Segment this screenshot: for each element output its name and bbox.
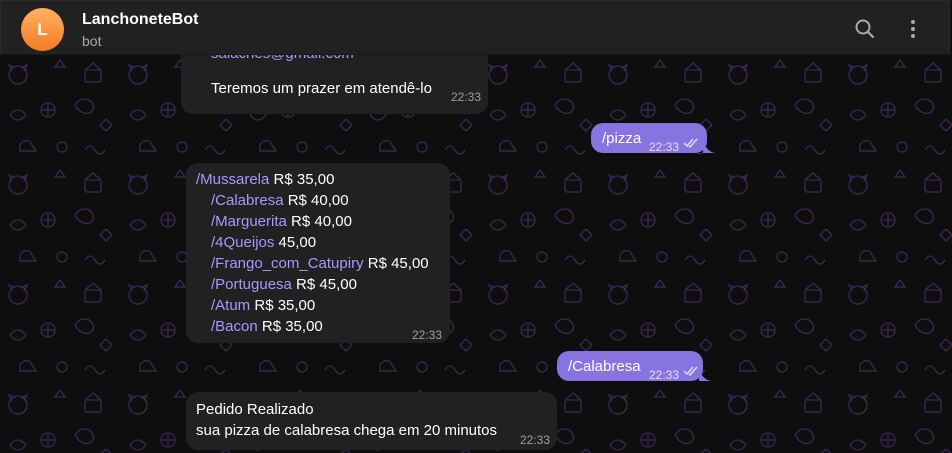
item-price: 45,00 [274,234,317,251]
command-link[interactable]: /Frango_com_Catupiry [211,255,364,272]
message-text: /Calabresa [568,358,641,375]
item-price: R$ 35,00 [269,171,335,188]
command-link[interactable]: /Marguerita [211,213,287,230]
message-text: Pedido Realizado [196,401,314,418]
incoming-message[interactable]: Pedido Realizado sua pizza de calabresa … [186,392,557,450]
chat-header: L LanchoneteBot bot [0,0,950,55]
bubble-tail [699,367,711,381]
menu-message[interactable]: /Mussarela R$ 35,00 /Calabresa R$ 40,00 … [186,163,450,343]
message-time: 22:33 [451,90,482,104]
item-price: R$ 45,00 [363,255,429,272]
command-link[interactable]: /Mussarela [196,171,269,188]
avatar[interactable]: L [21,8,64,51]
command-link[interactable]: /Bacon [211,318,258,335]
message-time: 22:33 [649,368,680,382]
item-price: R$ 40,00 [286,213,352,230]
command-link[interactable]: /Atum [211,297,250,314]
item-price: R$ 40,00 [283,192,349,209]
message-time: 22:33 [520,433,551,447]
item-price: R$ 35,00 [257,318,323,335]
menu-item: /Marguerita R$ 40,00 [211,211,352,232]
read-receipt-icon [683,138,698,148]
more-vertical-icon [911,20,915,38]
menu-item: /Calabresa R$ 40,00 [211,190,349,211]
command-link[interactable]: /Calabresa [211,192,284,209]
message-text: sua pizza de calabresa chega em 20 minut… [196,422,498,439]
read-receipt-icon [683,366,698,376]
search-icon [855,19,875,39]
search-button[interactable] [851,15,879,43]
message-time: 22:33 [649,140,680,154]
outgoing-message[interactable]: /Calabresa 22:33 [557,351,703,382]
menu-item: /Bacon R$ 35,00 [211,316,323,337]
bubble-tail [703,139,715,153]
menu-item: /Atum R$ 35,00 [211,295,315,316]
command-link[interactable]: /4Queijos [211,234,274,251]
email-link[interactable]: salaches@gmail.com [211,55,354,64]
incoming-message[interactable]: salaches@gmail.com Teremos um prazer em … [181,55,488,114]
message-time: 22:33 [412,328,443,342]
message-list[interactable]: salaches@gmail.com Teremos um prazer em … [0,55,952,453]
message-text: Teremos um prazer em atendê-lo [211,80,432,97]
more-options-button[interactable] [899,15,927,43]
outgoing-message[interactable]: /pizza 22:33 [591,123,707,154]
menu-item: /Mussarela R$ 35,00 [196,169,334,190]
chat-title[interactable]: LanchoneteBot [82,11,198,29]
item-price: R$ 45,00 [291,276,357,293]
item-price: R$ 35,00 [250,297,316,314]
menu-item: /Portuguesa R$ 45,00 [211,274,357,295]
menu-item: /4Queijos 45,00 [211,232,316,253]
command-link[interactable]: /Portuguesa [211,276,292,293]
menu-item: /Frango_com_Catupiry R$ 45,00 [211,253,429,274]
chat-subtitle: bot [82,33,102,49]
message-text: /pizza [602,130,642,147]
